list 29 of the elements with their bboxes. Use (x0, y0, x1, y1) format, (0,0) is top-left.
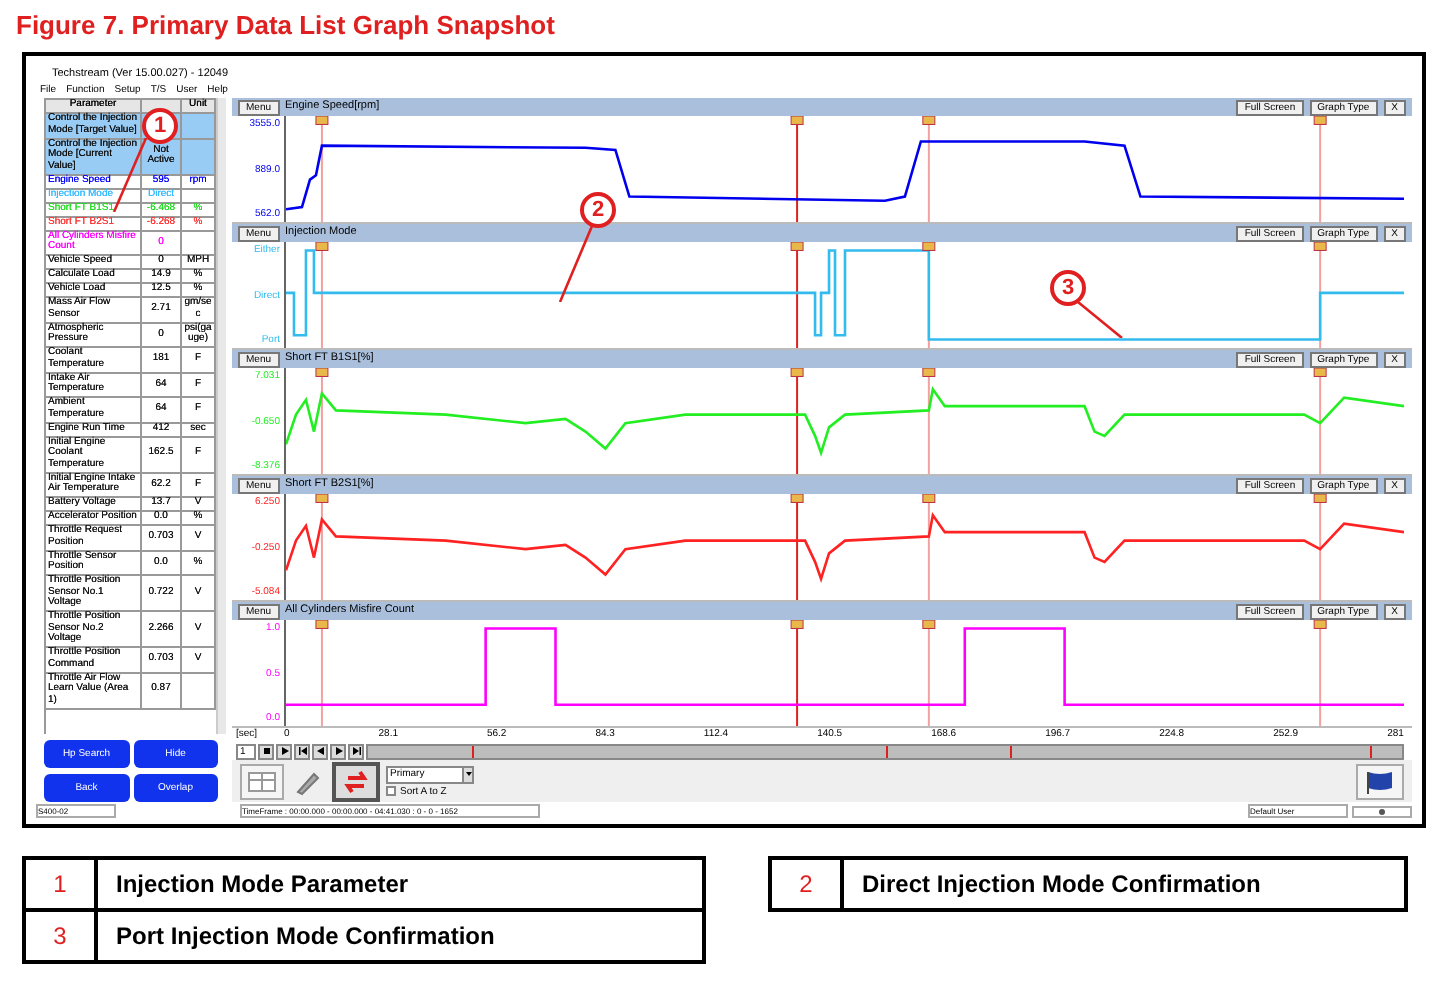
leader-line (1076, 302, 1124, 338)
step-forward-button[interactable] (330, 743, 346, 759)
legend-text: Injection Mode Parameter (114, 868, 409, 902)
legend-text: Direct Injection Mode Confirmation (860, 868, 1261, 902)
status-icon (1352, 805, 1412, 817)
parameter-unit (182, 231, 216, 256)
skip-forward-button[interactable] (348, 743, 364, 759)
swap-icon[interactable] (332, 761, 380, 801)
play-button[interactable] (276, 743, 292, 759)
play-icon (279, 746, 289, 756)
legend-number: 1 (26, 860, 98, 908)
flag-icon[interactable] (1356, 763, 1404, 799)
caret-icon (462, 767, 472, 781)
step-forward-icon (333, 746, 343, 756)
skip-forward-icon (351, 746, 361, 756)
leader-line (558, 226, 594, 302)
skip-back-button[interactable] (294, 743, 310, 759)
stop-button[interactable] (258, 743, 274, 759)
scrollbar[interactable] (216, 98, 226, 734)
stop-icon (261, 746, 271, 756)
figure-title: Figure 7. Primary Data List Graph Snapshot (14, 8, 557, 44)
parameter-unit (182, 673, 216, 709)
sort-checkbox[interactable] (386, 786, 396, 796)
step-back-icon (315, 746, 325, 756)
legend-text: Port Injection Mode Confirmation (114, 920, 495, 954)
legend-number: 2 (772, 860, 844, 908)
skip-back-icon (297, 746, 307, 756)
legend-number: 3 (26, 912, 98, 960)
step-back-button[interactable] (312, 743, 328, 759)
